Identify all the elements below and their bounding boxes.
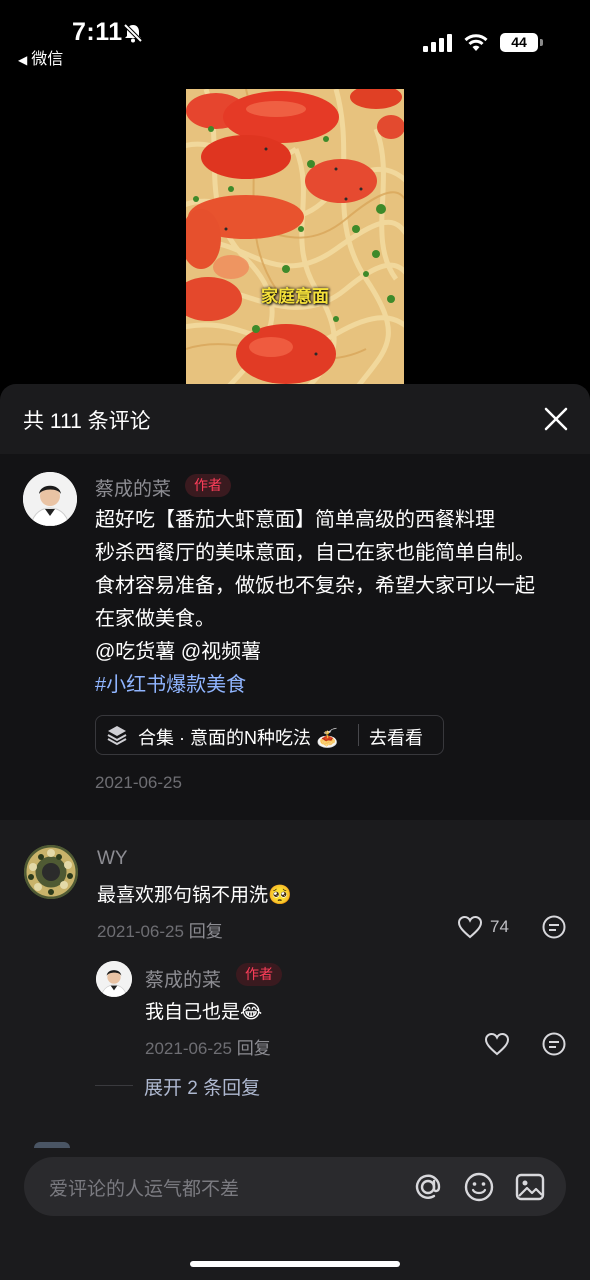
video-thumbnail[interactable]: 家庭意面 (186, 89, 404, 384)
author-badge: 作者 (185, 474, 231, 497)
avatar[interactable] (24, 845, 78, 899)
video-caption: 家庭意面 (261, 287, 329, 306)
avatar[interactable] (23, 472, 77, 526)
status-time: 7:11 (72, 18, 123, 46)
heart-icon[interactable] (484, 1032, 510, 1056)
reply-date: 2021-06-25 回复 (145, 1034, 271, 1059)
comment-count-title: 共 111 条评论 (23, 410, 151, 433)
next-avatar-peek (34, 1142, 70, 1148)
post-author-name[interactable]: 蔡成的菜 (95, 474, 171, 501)
comment-date: 2021-06-25 回复 (97, 917, 223, 942)
reply-user-name[interactable]: 蔡成的菜 (145, 965, 221, 992)
back-to-wechat-link[interactable]: ◀ 微信 (18, 45, 63, 69)
collection-link[interactable]: 合集 · 意面的N种吃法 🍝 去看看 (95, 715, 444, 755)
back-app-label: 微信 (31, 51, 64, 68)
image-icon[interactable] (514, 1171, 546, 1203)
post-line: 在家做美食。 (95, 608, 215, 630)
collection-view-button[interactable]: 去看看 (369, 724, 423, 750)
post-line: 超好吃【番茄大虾意面】简单高级的西餐料理 (95, 509, 495, 531)
expand-replies-button[interactable]: 展开 2 条回复 (144, 1073, 260, 1100)
avatar[interactable] (96, 961, 132, 997)
comment-input[interactable]: 爱评论的人运气都不差 (24, 1157, 566, 1216)
post-line: 秒杀西餐厅的美味意面，自己在家也能简单自制。 (95, 542, 535, 564)
collection-label: 合集 · 意面的N种吃法 🍝 (138, 728, 339, 748)
post-hashtag[interactable]: #小红书爆款美食 (95, 669, 575, 702)
reply-button[interactable]: 回复 (189, 922, 223, 941)
at-icon[interactable] (412, 1171, 444, 1203)
reply-text: 我自己也是😂 (145, 1002, 263, 1023)
heart-icon[interactable] (457, 915, 483, 939)
like-count: 74 (490, 917, 509, 936)
author-badge: 作者 (236, 963, 282, 986)
battery-tip (540, 39, 543, 46)
stack-icon (107, 726, 127, 746)
reply-bubble-icon[interactable] (541, 914, 567, 940)
wifi-icon (464, 34, 488, 51)
signal-icon (423, 34, 452, 52)
divider (358, 724, 359, 746)
post-date: 2021-06-25 (95, 773, 182, 792)
post-description: 蔡成的菜 作者 超好吃【番茄大虾意面】简单高级的西餐料理 秒杀西餐厅的美味意面，… (0, 454, 590, 820)
status-bar: 7:11 ◀ 微信 44 (0, 0, 590, 80)
reply-date-value: 2021-06-25 (145, 1039, 232, 1058)
emoji-icon[interactable] (463, 1171, 495, 1203)
post-line: 食材容易准备，做饭也不复杂，希望大家可以一起 (95, 575, 535, 597)
post-mentions[interactable]: @吃货薯 @视频薯 (95, 636, 575, 669)
divider (95, 1085, 133, 1086)
reply-bubble-icon[interactable] (541, 1031, 567, 1057)
comment-date-value: 2021-06-25 (97, 922, 184, 941)
comment-input-placeholder: 爱评论的人运气都不差 (49, 1179, 240, 1200)
comment-user-name[interactable]: WY (97, 848, 128, 870)
post-text: 超好吃【番茄大虾意面】简单高级的西餐料理 秒杀西餐厅的美味意面，自己在家也能简单… (95, 504, 575, 702)
bell-slash-icon (123, 23, 143, 43)
comment-text: 最喜欢那句锅不用洗🥺 (97, 885, 292, 906)
pasta-image (186, 89, 404, 384)
battery-icon: 44 (500, 33, 538, 52)
close-icon[interactable] (543, 406, 569, 432)
reply-button[interactable]: 回复 (237, 1039, 271, 1058)
home-indicator[interactable] (190, 1261, 400, 1267)
comment-sheet: 共 111 条评论 蔡成的菜 作者 超好吃【番茄大虾意面】简单高级的西餐料理 秒… (0, 384, 590, 1280)
